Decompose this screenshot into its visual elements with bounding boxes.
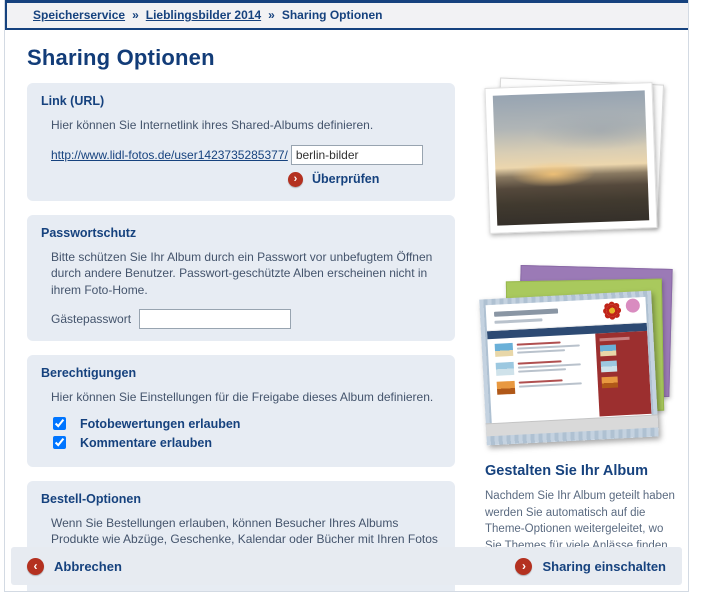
album-photo-stack bbox=[483, 77, 669, 237]
section-permissions-title: Berechtigungen bbox=[41, 366, 137, 381]
section-link-url-description: Hier können Sie Internetlink ihres Share… bbox=[51, 118, 374, 132]
cancel-button[interactable]: ‹ Abbrechen bbox=[27, 557, 122, 575]
guest-password-input[interactable] bbox=[139, 309, 292, 330]
album-cover-photo bbox=[484, 82, 658, 234]
forward-arrow-icon: › bbox=[288, 171, 303, 187]
theme-mini-page bbox=[485, 296, 652, 424]
breadcrumb-link-speicherservice[interactable]: Speicherservice bbox=[33, 8, 125, 22]
preview-column: Gestalten Sie Ihr Album Nachdem Sie Ihr … bbox=[479, 77, 683, 591]
section-password-title: Passwortschutz bbox=[41, 225, 137, 240]
mini-page-sidebar bbox=[595, 330, 652, 417]
page-title: Sharing Optionen bbox=[27, 45, 215, 70]
back-arrow-icon: ‹ bbox=[27, 557, 44, 575]
mini-page-photo-list bbox=[487, 334, 599, 423]
flower-dot-decor bbox=[625, 298, 641, 313]
photo-ratings-label[interactable]: Fotobewertungen erlauben bbox=[80, 417, 240, 431]
berlin-skyline-photo bbox=[492, 90, 650, 226]
mini-page-title-bars bbox=[493, 308, 565, 324]
album-base-url-link[interactable]: http://www.lidl-fotos.de/user14237352853… bbox=[51, 148, 288, 162]
section-password: Passwortschutz Bitte schützen Sie Ihr Al… bbox=[27, 214, 455, 342]
option-row-comments: Kommentare erlauben bbox=[53, 436, 441, 450]
option-row-photo-ratings: Fotobewertungen erlauben bbox=[53, 417, 441, 431]
photo-ratings-checkbox[interactable] bbox=[53, 417, 66, 431]
flower-icon bbox=[605, 304, 619, 317]
theme-preview-stack bbox=[479, 265, 679, 447]
forward-arrow-icon: › bbox=[515, 557, 533, 575]
breadcrumb-link-album[interactable]: Lieblingsbilder 2014 bbox=[146, 8, 261, 22]
footer-action-bar: ‹ Abbrechen › Sharing einschalten bbox=[11, 547, 682, 585]
section-link-url: Link (URL) Hier können Sie Internetlink … bbox=[27, 83, 455, 201]
content-columns: Link (URL) Hier können Sie Internetlink … bbox=[27, 77, 688, 591]
section-permissions: Berechtigungen Hier können Sie Einstellu… bbox=[27, 355, 455, 467]
check-url-button-label: Überprüfen bbox=[312, 172, 380, 187]
enable-sharing-button[interactable]: › Sharing einschalten bbox=[515, 557, 666, 575]
cancel-button-label: Abbrechen bbox=[54, 558, 122, 574]
comments-label[interactable]: Kommentare erlauben bbox=[80, 436, 212, 450]
section-permissions-description: Hier können Sie Einstellungen für die Fr… bbox=[51, 390, 434, 405]
comments-checkbox[interactable] bbox=[53, 436, 66, 450]
breadcrumb-current: Sharing Optionen bbox=[281, 8, 383, 22]
breadcrumb-separator: » bbox=[132, 8, 139, 22]
section-link-url-title: Link (URL) bbox=[41, 94, 105, 108]
settings-column: Link (URL) Hier können Sie Internetlink … bbox=[27, 83, 455, 591]
breadcrumb: Speicherservice » Lieblingsbilder 2014 » Sha… bbox=[5, 3, 688, 30]
theme-promo-title: Gestalten Sie Ihr Album bbox=[485, 463, 649, 479]
breadcrumb-separator: » bbox=[268, 8, 275, 22]
album-slug-input[interactable] bbox=[290, 144, 423, 165]
guest-password-label: Gästepasswort bbox=[51, 312, 132, 327]
section-order-options-title: Bestell-Optionen bbox=[41, 491, 142, 506]
enable-sharing-button-label: Sharing einschalten bbox=[542, 558, 666, 574]
check-url-button[interactable]: › Überprüfen bbox=[288, 171, 441, 187]
section-password-description: Bitte schützen Sie Ihr Album durch ein P… bbox=[51, 249, 433, 297]
theme-preview-front bbox=[479, 290, 659, 446]
page-container: Speicherservice » Lieblingsbilder 2014 » Sha… bbox=[4, 0, 689, 592]
